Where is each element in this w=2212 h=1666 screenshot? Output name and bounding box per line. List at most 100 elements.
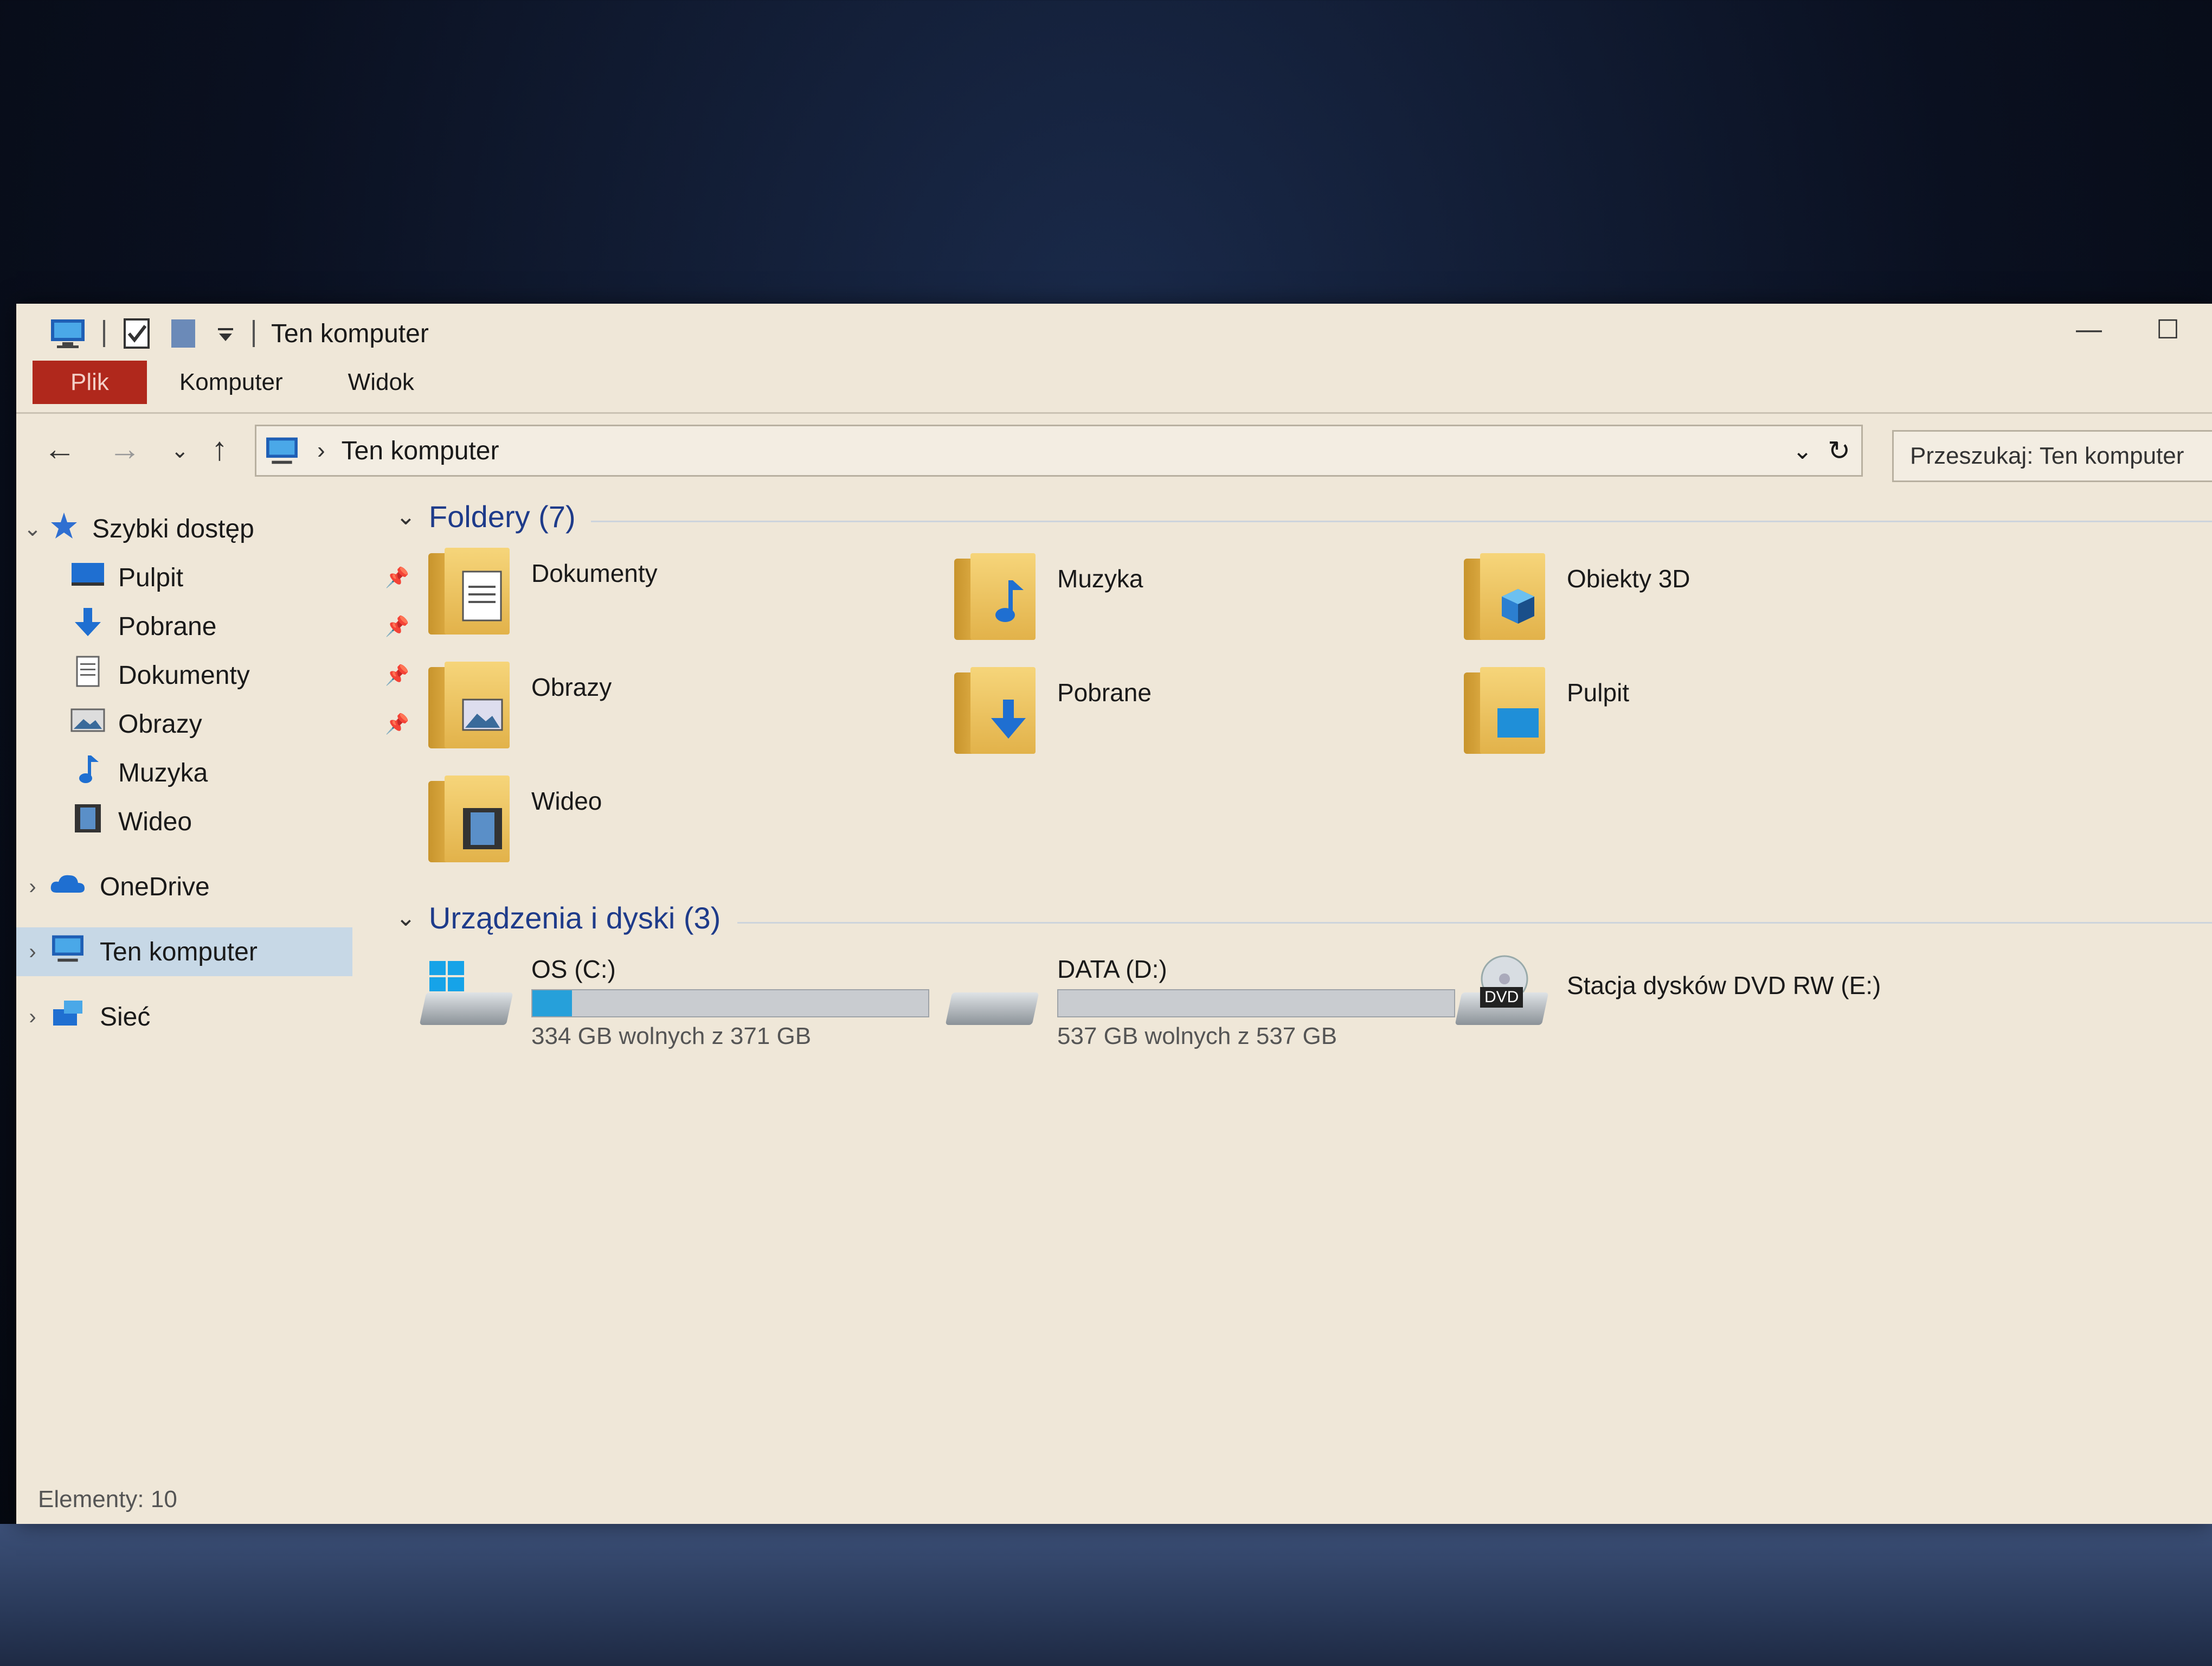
drive-name: Stacja dysków DVD RW (E:) xyxy=(1567,971,1881,999)
sidebar-item-pobrane[interactable]: Pobrane 📌 xyxy=(70,602,409,651)
folder-label: Obiekty 3D xyxy=(1567,565,1690,593)
desktop-icon xyxy=(70,561,105,594)
hard-drive-windows-icon xyxy=(417,954,515,1036)
recent-locations-chevron-icon[interactable]: ⌄ xyxy=(171,438,189,463)
ribbon-tabs: Plik Komputer Widok xyxy=(33,361,447,404)
music-icon xyxy=(954,553,1036,640)
forward-arrow-icon[interactable]: → xyxy=(108,430,141,467)
status-bar-item-count: Elementy: 10 xyxy=(38,1486,177,1513)
folders-group-header[interactable]: ⌄ Foldery (7) xyxy=(396,499,576,534)
nav-label: Pulpit xyxy=(118,563,184,592)
customize-toolbar-dropdown-icon[interactable] xyxy=(215,323,236,344)
drives-group-header[interactable]: ⌄ Urządzenia i dyski (3) xyxy=(396,900,721,935)
chevron-down-icon[interactable]: ⌄ xyxy=(16,516,49,541)
sidebar-item-muzyka[interactable]: Muzyka xyxy=(70,748,208,797)
folder-obiekty-3d[interactable]: Obiekty 3D xyxy=(1464,553,1690,640)
folder-wideo[interactable]: Wideo xyxy=(428,776,602,862)
tab-view[interactable]: Widok xyxy=(316,361,447,404)
chevron-right-icon[interactable]: › xyxy=(16,1005,49,1029)
desk-background xyxy=(0,1524,2212,1666)
tab-computer[interactable]: Komputer xyxy=(147,361,316,404)
video-icon xyxy=(428,776,510,862)
folder-label: Obrazy xyxy=(531,673,612,701)
group-divider xyxy=(737,922,2212,924)
folder-label: Wideo xyxy=(531,787,602,815)
dvd-drive-icon: DVD xyxy=(1453,954,1551,1036)
nav-quick-access[interactable]: ⌄ Szybki dostęp xyxy=(16,504,254,553)
group-title: Urządzenia i dyski (3) xyxy=(428,901,721,935)
group-title: Foldery (7) xyxy=(428,499,576,534)
folder-pobrane[interactable]: Pobrane xyxy=(954,667,1152,754)
chevron-right-icon[interactable]: › xyxy=(16,875,49,899)
document-icon xyxy=(70,656,105,695)
sidebar-item-wideo[interactable]: Wideo xyxy=(70,797,192,846)
breadcrumb-this-pc[interactable]: Ten komputer xyxy=(342,436,499,466)
new-folder-icon[interactable] xyxy=(168,317,198,350)
chevron-down-icon[interactable]: ⌄ xyxy=(396,503,416,530)
drive-e-dvd[interactable]: DVD Stacja dysków DVD RW (E:) xyxy=(1453,954,1881,1036)
hard-drive-icon xyxy=(943,954,1041,1036)
folder-label: Dokumenty xyxy=(531,559,658,587)
drive-name: DATA (D:) xyxy=(1057,955,1167,983)
sidebar-item-pulpit[interactable]: Pulpit 📌 xyxy=(70,553,409,602)
chevron-down-icon[interactable]: ⌄ xyxy=(396,904,416,932)
maximize-icon[interactable]: ☐ xyxy=(2156,315,2179,345)
toolbar-separator xyxy=(103,320,105,347)
drive-name: OS (C:) xyxy=(531,955,616,983)
cube-icon xyxy=(1464,553,1545,640)
star-icon xyxy=(49,510,79,547)
tab-file[interactable]: Plik xyxy=(33,361,147,404)
drive-free-space: 334 GB wolnych z 371 GB xyxy=(531,1023,812,1049)
sidebar-item-obrazy[interactable]: Obrazy 📌 xyxy=(70,700,409,748)
sidebar-item-this-pc[interactable]: › Ten komputer xyxy=(16,927,352,976)
minimize-icon[interactable]: — xyxy=(2076,315,2102,345)
folder-dokumenty[interactable]: Dokumenty xyxy=(428,548,658,635)
computer-icon xyxy=(49,933,87,970)
computer-icon xyxy=(51,319,85,348)
computer-icon xyxy=(266,437,298,464)
nav-label: Obrazy xyxy=(118,709,202,739)
drive-usage-fill xyxy=(532,990,572,1016)
folder-obrazy[interactable]: Obrazy xyxy=(428,662,612,748)
group-divider xyxy=(591,521,2212,522)
nav-label: Wideo xyxy=(118,807,192,836)
nav-label: Ten komputer xyxy=(100,937,258,966)
file-explorer-window: Ten komputer — ☐ Plik Komputer Widok ← →… xyxy=(16,304,2212,1524)
drive-c[interactable]: OS (C:) 334 GB wolnych z 371 GB xyxy=(417,954,929,1050)
nav-label: Dokumenty xyxy=(118,661,250,690)
sidebar-item-network[interactable]: › Sieć xyxy=(16,992,150,1041)
download-icon xyxy=(70,607,105,646)
chevron-right-icon[interactable]: › xyxy=(16,940,49,964)
nav-label: Sieć xyxy=(100,1002,151,1031)
navigation-bar: ← → ⌄ ↑ › Ten komputer ⌄ ↻ Przeszukaj: T… xyxy=(16,412,2212,490)
refresh-icon[interactable]: ↻ xyxy=(1828,435,1850,466)
toolbar-separator xyxy=(253,320,255,347)
nav-label: Szybki dostęp xyxy=(92,514,254,543)
window-title: Ten komputer xyxy=(271,319,429,348)
folder-muzyka[interactable]: Muzyka xyxy=(954,553,1143,640)
folder-label: Pobrane xyxy=(1057,678,1152,707)
window-controls: — ☐ xyxy=(2076,315,2179,345)
nav-label: OneDrive xyxy=(100,872,210,901)
content-area: ⌄ Foldery (7) Dokumenty Muzyka Obiekty 3… xyxy=(385,499,2212,1497)
drive-d[interactable]: DATA (D:) 537 GB wolnych z 537 GB xyxy=(943,954,1455,1050)
folder-pulpit[interactable]: Pulpit xyxy=(1464,667,1629,754)
up-arrow-icon[interactable]: ↑ xyxy=(211,430,228,467)
search-input[interactable]: Przeszukaj: Ten komputer xyxy=(1892,430,2212,482)
back-arrow-icon[interactable]: ← xyxy=(43,430,76,467)
sidebar-item-onedrive[interactable]: › OneDrive xyxy=(16,862,210,911)
picture-icon xyxy=(70,707,105,741)
search-placeholder: Przeszukaj: Ten komputer xyxy=(1910,443,2184,469)
quick-access-toolbar xyxy=(49,317,255,350)
drive-free-space: 537 GB wolnych z 537 GB xyxy=(1057,1023,1338,1049)
nav-label: Muzyka xyxy=(118,758,208,787)
address-dropdown-icon[interactable]: ⌄ xyxy=(1792,437,1812,465)
breadcrumb-chevron-icon[interactable]: › xyxy=(317,437,325,464)
folder-label: Pulpit xyxy=(1567,678,1630,707)
properties-icon[interactable] xyxy=(121,317,152,350)
cloud-icon xyxy=(49,870,87,904)
drive-usage-bar xyxy=(1057,989,1455,1017)
address-bar[interactable]: › Ten komputer ⌄ ↻ xyxy=(255,425,1863,477)
navigation-pane: ⌄ Szybki dostęp Pulpit 📌 Pobrane 📌 Dokum… xyxy=(16,494,409,1497)
sidebar-item-dokumenty[interactable]: Dokumenty 📌 xyxy=(70,651,409,700)
